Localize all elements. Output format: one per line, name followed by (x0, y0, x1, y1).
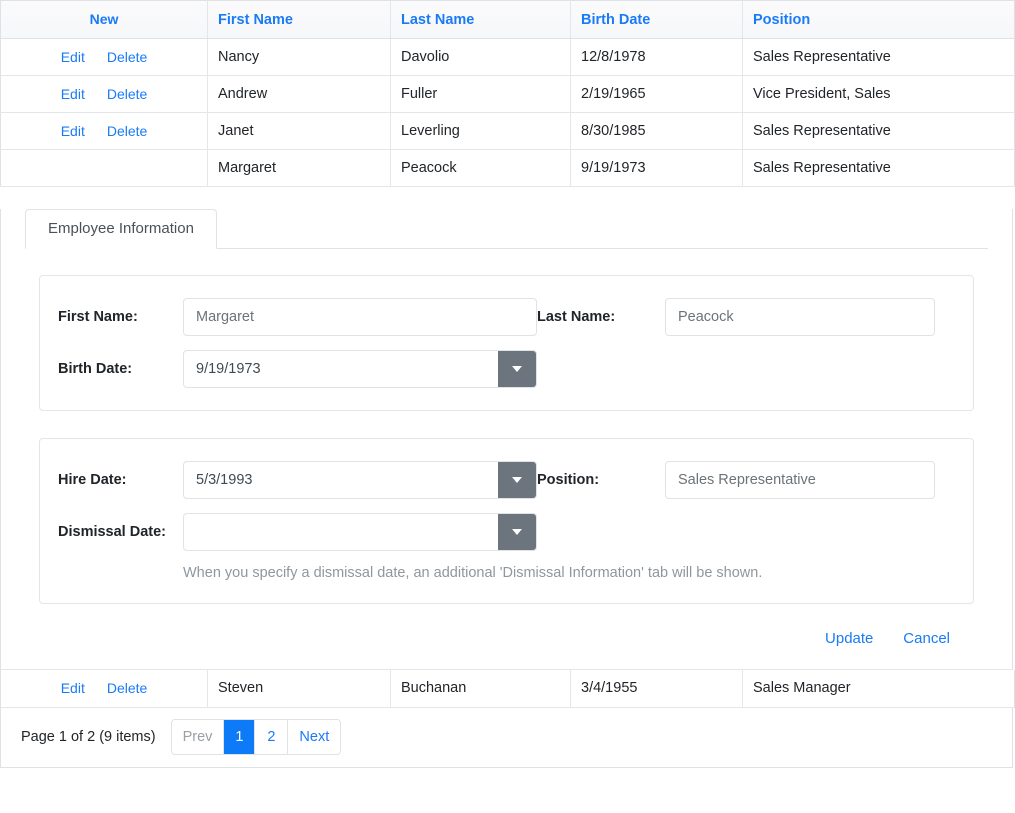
dismissal-date-label: Dismissal Date: (58, 524, 166, 540)
hire-date-dropdown-button[interactable] (498, 462, 536, 498)
chevron-down-icon (512, 529, 522, 535)
row-command-cell (0, 149, 208, 187)
grid-body-top: Edit Delete Nancy Davolio 12/8/1978 Sales Rep… (0, 38, 1015, 187)
form-row-hire-position: Hire Date: 5/3/1993 Position: Sales Repr… (40, 461, 973, 499)
grid-header-row: New First Name Last Name Birth Date Posi… (0, 0, 1015, 39)
birth-date-label: Birth Date: (58, 361, 133, 377)
edit-link[interactable]: Edit (61, 49, 85, 65)
pager-page-1[interactable]: 1 (224, 720, 256, 754)
hire-date-field-group: Hire Date: 5/3/1993 (40, 461, 537, 499)
editor-actions: Update Cancel (1, 604, 1012, 669)
table-row: Edit Delete Steven Buchanan 3/4/1955 Sales Ma… (0, 670, 1015, 708)
form-row-names: First Name: Margaret Last Name: Peacock (40, 298, 973, 336)
cell-position: Sales Manager (742, 670, 1015, 708)
birth-date-input[interactable]: 9/19/1973 (184, 351, 498, 387)
dismissal-date-input[interactable] (184, 514, 498, 550)
first-name-field-group: First Name: Margaret (40, 298, 537, 336)
pager-prev-button[interactable]: Prev (171, 720, 225, 754)
pager-next-button[interactable]: Next (288, 720, 341, 754)
last-name-label: Last Name: (537, 309, 616, 325)
employee-grid-top: New First Name Last Name Birth Date Posi… (0, 0, 1015, 187)
birth-date-dropdown-button[interactable] (498, 351, 536, 387)
row-command-cell: Edit Delete (0, 75, 208, 113)
cell-last-name: Fuller (390, 75, 571, 113)
editor-tabstrip: Employee Information (25, 209, 1012, 249)
cancel-button[interactable]: Cancel (903, 630, 950, 647)
hire-date-picker[interactable]: 5/3/1993 (183, 461, 537, 499)
cell-birth-date: 8/30/1985 (570, 112, 743, 150)
dismissal-hint-text: When you specify a dismissal date, an ad… (183, 565, 763, 581)
grid-body-bottom: Edit Delete Steven Buchanan 3/4/1955 Sales Ma… (0, 670, 1015, 708)
table-row: Edit Delete Nancy Davolio 12/8/1978 Sales Rep… (0, 38, 1015, 76)
cell-last-name: Davolio (390, 38, 571, 76)
column-header-position[interactable]: Position (742, 0, 1015, 39)
last-name-field-group: Last Name: Peacock (537, 298, 935, 336)
table-row: Edit Delete Janet Leverling 8/30/1985 Sales R… (0, 112, 1015, 150)
birth-date-picker[interactable]: 9/19/1973 (183, 350, 537, 388)
delete-link[interactable]: Delete (107, 680, 147, 696)
cell-position: Vice President, Sales (742, 75, 1015, 113)
position-field-group: Position: Sales Representative (537, 461, 935, 499)
edit-link[interactable]: Edit (61, 123, 85, 139)
first-name-input[interactable]: Margaret (183, 298, 537, 336)
cell-birth-date: 9/19/1973 (570, 149, 743, 187)
cell-last-name: Buchanan (390, 670, 571, 708)
dismissal-date-field-group: Dismissal Date: (40, 513, 537, 551)
column-header-first-name[interactable]: First Name (207, 0, 391, 39)
pager-buttons: Prev 1 2 Next (170, 719, 342, 755)
new-record-link[interactable]: New (90, 11, 119, 27)
table-row: Edit Delete Andrew Fuller 2/19/1965 Vice Pres… (0, 75, 1015, 113)
cell-birth-date: 3/4/1955 (570, 670, 743, 708)
employee-grid-bottom: Edit Delete Steven Buchanan 3/4/1955 Sales Ma… (0, 670, 1015, 708)
employee-grid-page: New First Name Last Name Birth Date Posi… (0, 0, 1015, 813)
personal-info-panel: First Name: Margaret Last Name: Peacock … (39, 275, 974, 411)
position-label: Position: (537, 472, 600, 488)
cell-first-name: Margaret (207, 149, 391, 187)
column-header-last-name[interactable]: Last Name (390, 0, 571, 39)
table-row: Margaret Peacock 9/19/1973 Sales Representa… (0, 149, 1015, 187)
form-row-dismissal-date: Dismissal Date: (40, 513, 973, 551)
hire-date-input[interactable]: 5/3/1993 (184, 462, 498, 498)
column-header-birth-date[interactable]: Birth Date (570, 0, 743, 39)
birth-date-field-group: Birth Date: 9/19/1973 (40, 350, 537, 388)
dismissal-date-dropdown-button[interactable] (498, 514, 536, 550)
cell-birth-date: 2/19/1965 (570, 75, 743, 113)
chevron-down-icon (512, 477, 522, 483)
row-command-cell: Edit Delete (0, 112, 208, 150)
row-command-cell: Edit Delete (0, 38, 208, 76)
update-button[interactable]: Update (825, 630, 873, 647)
cell-birth-date: 12/8/1978 (570, 38, 743, 76)
cell-position: Sales Representative (742, 149, 1015, 187)
cell-position: Sales Representative (742, 112, 1015, 150)
command-column-header: New (0, 0, 208, 39)
delete-link[interactable]: Delete (107, 123, 147, 139)
row-command-cell: Edit Delete (0, 670, 208, 708)
cell-first-name: Steven (207, 670, 391, 708)
tab-employee-information[interactable]: Employee Information (25, 209, 217, 249)
edit-link[interactable]: Edit (61, 86, 85, 102)
inline-edit-form: Employee Information First Name: Margare… (0, 209, 1013, 670)
cell-position: Sales Representative (742, 38, 1015, 76)
last-name-input[interactable]: Peacock (665, 298, 935, 336)
pager-page-2[interactable]: 2 (255, 720, 289, 754)
form-row-birth-date: Birth Date: 9/19/1973 (40, 350, 973, 388)
dismissal-date-picker[interactable] (183, 513, 537, 551)
grid-header: New First Name Last Name Birth Date Posi… (0, 0, 1015, 39)
employment-info-panel: Hire Date: 5/3/1993 Position: Sales Repr… (39, 438, 974, 604)
cell-first-name: Nancy (207, 38, 391, 76)
pager-info-text: Page 1 of 2 (9 items) (21, 729, 156, 745)
position-input[interactable]: Sales Representative (665, 461, 935, 499)
delete-link[interactable]: Delete (107, 86, 147, 102)
first-name-label: First Name: (58, 309, 138, 325)
grid-pager: Page 1 of 2 (9 items) Prev 1 2 Next (0, 707, 1013, 768)
chevron-down-icon (512, 366, 522, 372)
delete-link[interactable]: Delete (107, 49, 147, 65)
cell-last-name: Peacock (390, 149, 571, 187)
hire-date-label: Hire Date: (58, 472, 127, 488)
cell-first-name: Andrew (207, 75, 391, 113)
edit-link[interactable]: Edit (61, 680, 85, 696)
cell-first-name: Janet (207, 112, 391, 150)
cell-last-name: Leverling (390, 112, 571, 150)
